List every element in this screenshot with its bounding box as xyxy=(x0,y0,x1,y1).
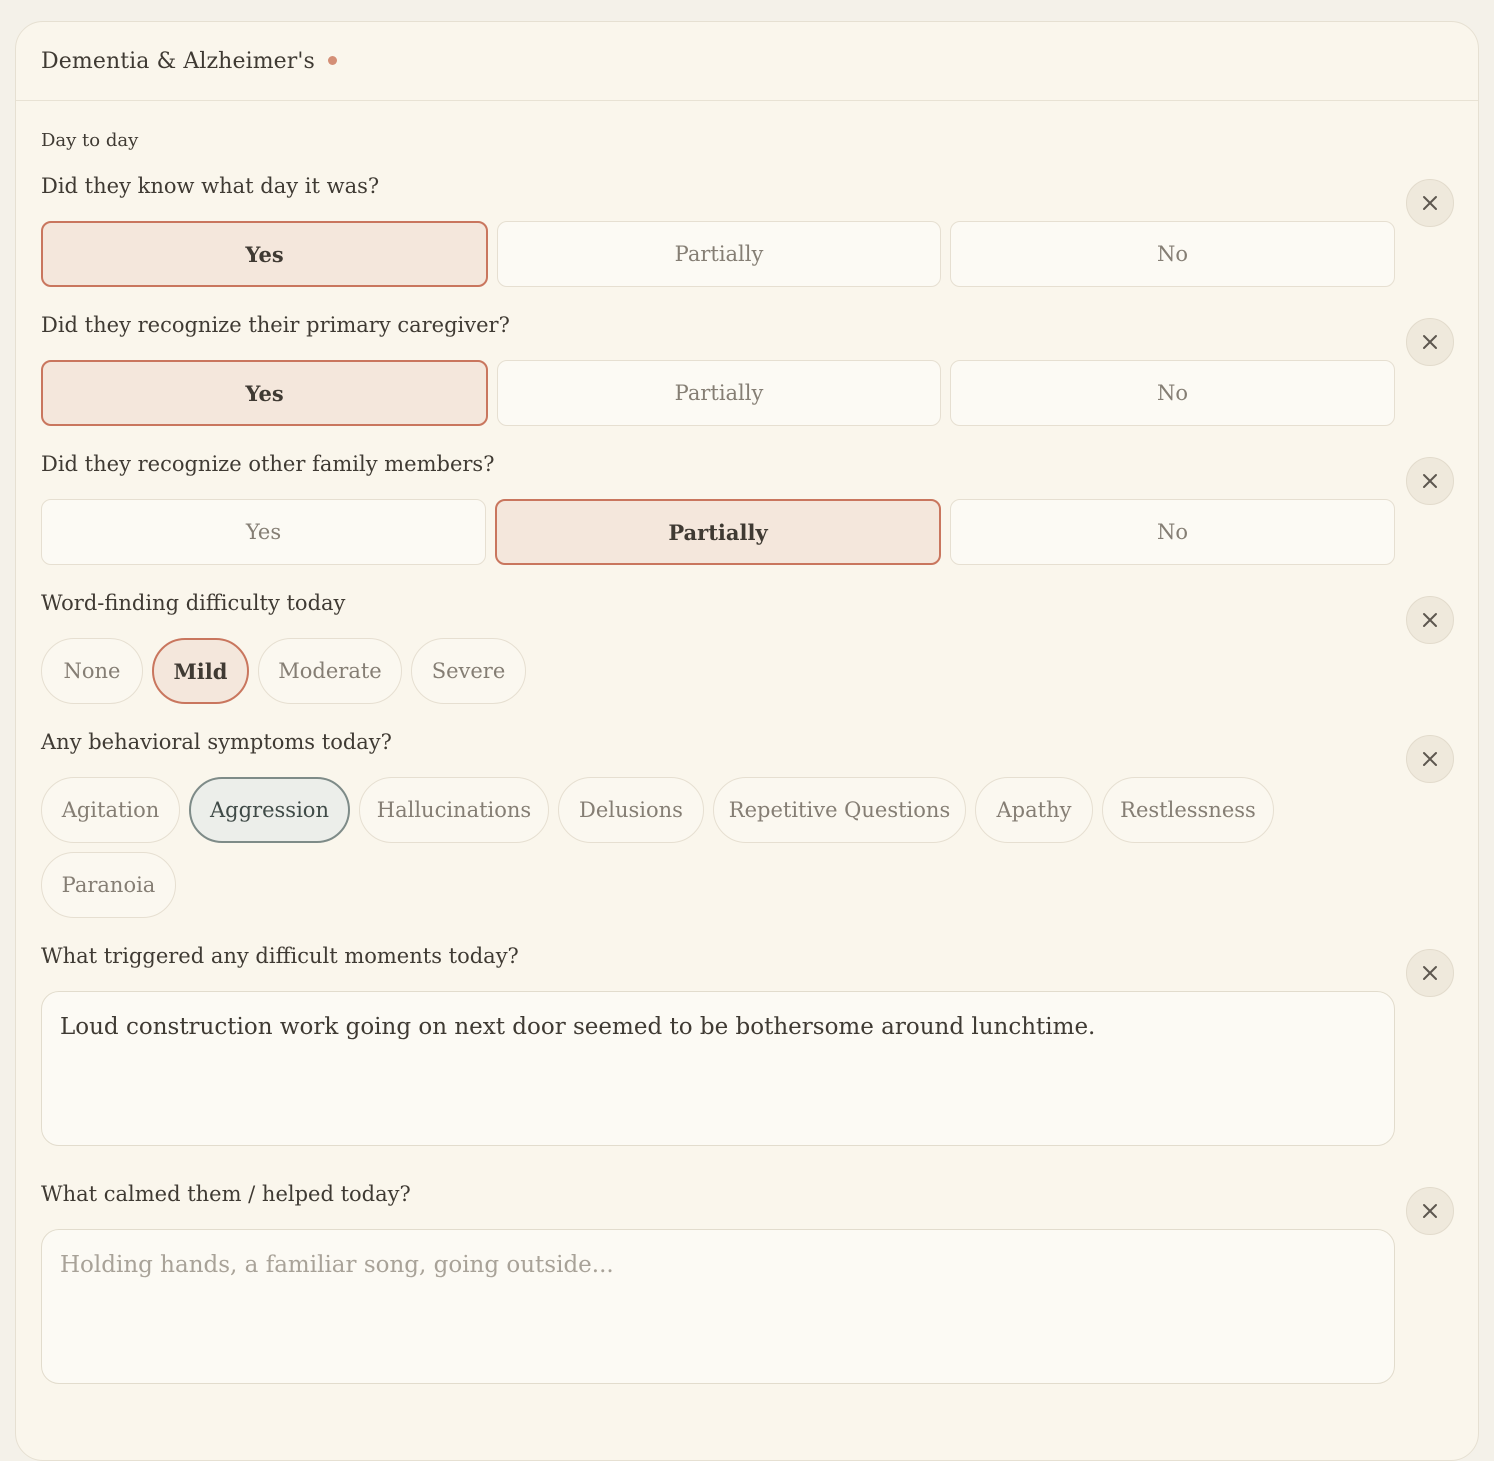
question-label-word-finding: Word-finding difficulty today xyxy=(41,591,346,615)
status-dot xyxy=(327,55,337,65)
option-partially[interactable]: Partially xyxy=(497,221,941,287)
question-label-caregiver: Did they recognize their primary caregiv… xyxy=(41,313,510,337)
option-no[interactable]: No xyxy=(950,360,1395,426)
close-icon xyxy=(1423,752,1437,766)
close-icon xyxy=(1423,474,1437,488)
question-label-family: Did they recognize other family members? xyxy=(41,452,495,476)
pill-repetitive-questions[interactable]: Repetitive Questions xyxy=(713,777,966,843)
card-header: Dementia & Alzheimer's xyxy=(16,22,1478,101)
close-icon xyxy=(1423,1204,1437,1218)
pill-severe[interactable]: Severe xyxy=(411,638,526,704)
close-icon xyxy=(1423,613,1437,627)
clear-button[interactable] xyxy=(1406,318,1454,366)
pill-none[interactable]: None xyxy=(41,638,143,704)
close-icon xyxy=(1423,196,1437,210)
clear-button[interactable] xyxy=(1406,735,1454,783)
clear-button[interactable] xyxy=(1406,1187,1454,1235)
option-no[interactable]: No xyxy=(950,499,1395,565)
option-no[interactable]: No xyxy=(950,221,1395,287)
pill-hallucinations[interactable]: Hallucinations xyxy=(359,777,549,843)
section-label: Day to day xyxy=(41,130,139,151)
clear-button[interactable] xyxy=(1406,949,1454,997)
close-icon xyxy=(1423,335,1437,349)
pill-moderate[interactable]: Moderate xyxy=(258,638,402,704)
option-yes[interactable]: Yes xyxy=(41,499,486,565)
clear-button[interactable] xyxy=(1406,457,1454,505)
pill-delusions[interactable]: Delusions xyxy=(558,777,704,843)
triggers-textarea[interactable]: Loud construction work going on next doo… xyxy=(41,991,1395,1146)
option-yes[interactable]: Yes xyxy=(41,360,488,426)
question-label-behavioral: Any behavioral symptoms today? xyxy=(41,730,392,754)
close-icon xyxy=(1423,966,1437,980)
pill-paranoia[interactable]: Paranoia xyxy=(41,852,176,918)
option-partially[interactable]: Partially xyxy=(497,360,941,426)
pill-apathy[interactable]: Apathy xyxy=(975,777,1093,843)
question-label-day: Did they know what day it was? xyxy=(41,174,380,198)
option-partially[interactable]: Partially xyxy=(495,499,941,565)
condition-card: Dementia & Alzheimer's Day to day Did th… xyxy=(15,21,1479,1461)
calmed-textarea[interactable] xyxy=(41,1229,1395,1384)
clear-button[interactable] xyxy=(1406,179,1454,227)
pill-mild[interactable]: Mild xyxy=(152,638,249,704)
pill-restlessness[interactable]: Restlessness xyxy=(1102,777,1274,843)
pill-agitation[interactable]: Agitation xyxy=(41,777,180,843)
question-label-calmed: What calmed them / helped today? xyxy=(41,1182,411,1206)
option-yes[interactable]: Yes xyxy=(41,221,488,287)
pill-aggression[interactable]: Aggression xyxy=(189,777,350,843)
question-label-triggers: What triggered any difficult moments tod… xyxy=(41,944,519,968)
clear-button[interactable] xyxy=(1406,596,1454,644)
card-title: Dementia & Alzheimer's xyxy=(41,48,315,74)
